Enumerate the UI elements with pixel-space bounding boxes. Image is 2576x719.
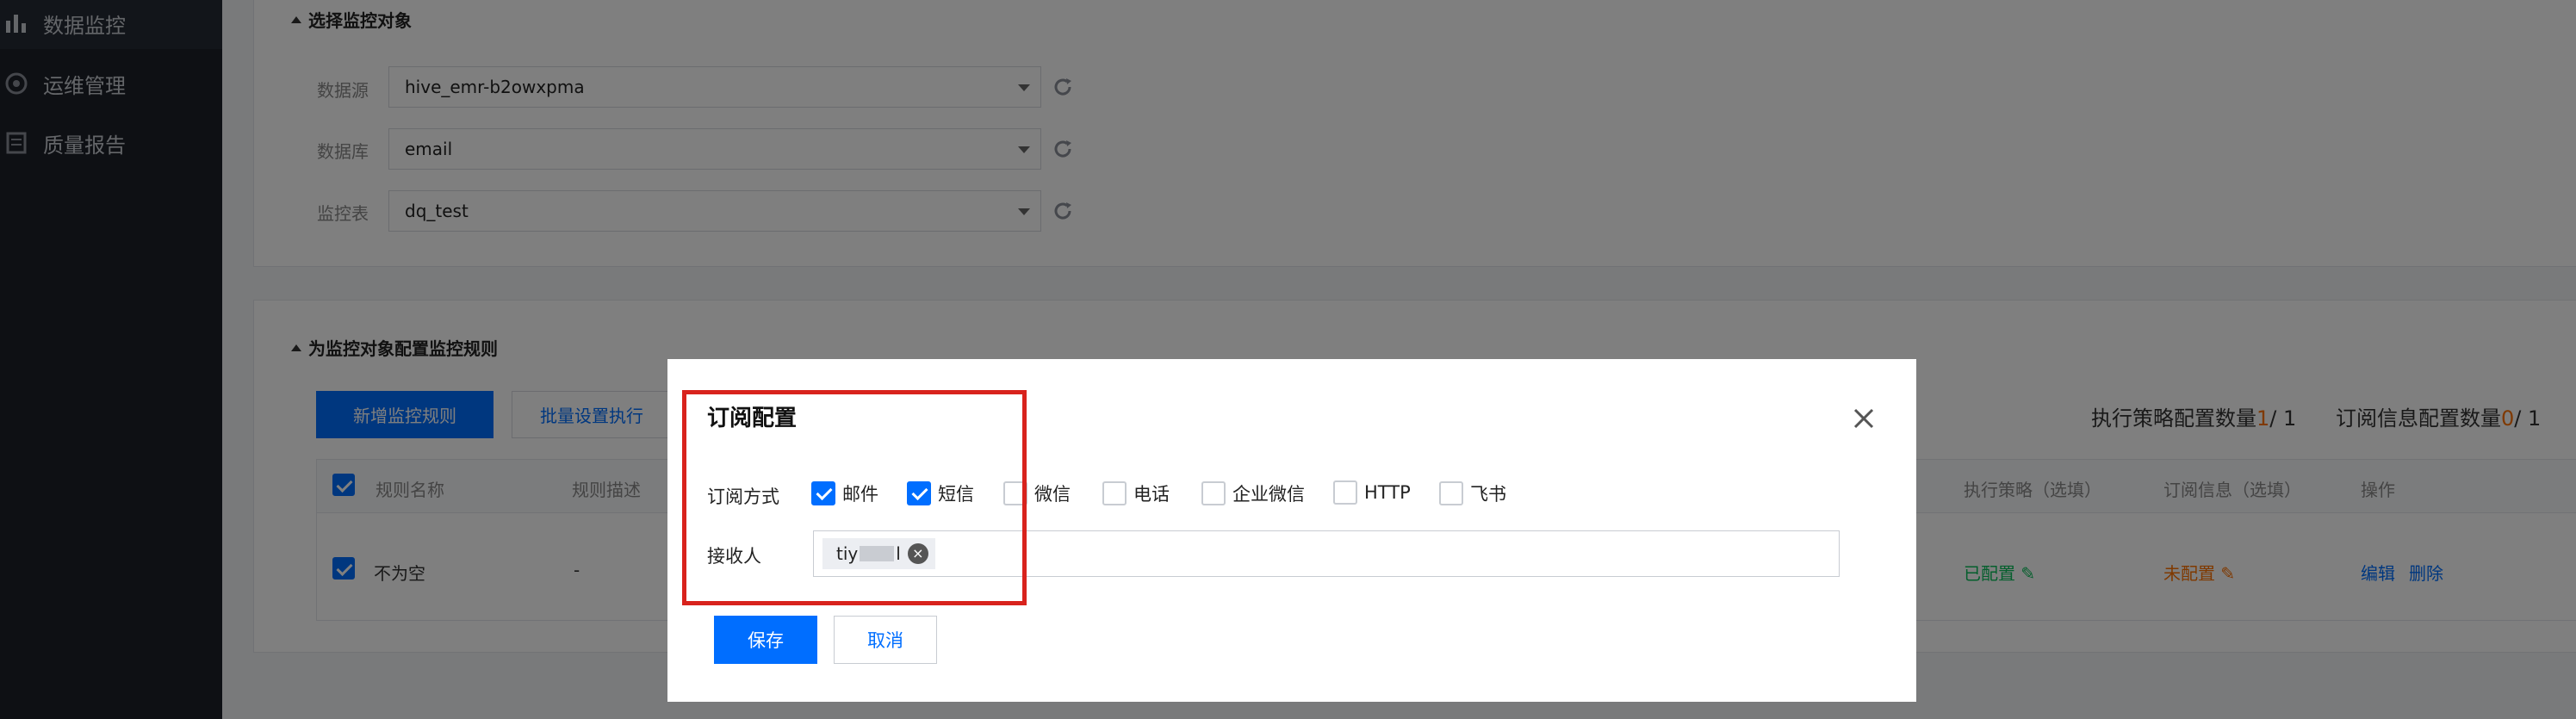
option-phone[interactable]: 电话 xyxy=(1102,480,1170,506)
option-http[interactable]: HTTP xyxy=(1333,480,1411,505)
checkbox-wecom[interactable] xyxy=(1201,481,1226,505)
close-icon[interactable] xyxy=(1852,406,1876,431)
option-wecom[interactable]: 企业微信 xyxy=(1201,480,1305,506)
checkbox-http[interactable] xyxy=(1333,480,1357,505)
checkbox-phone[interactable] xyxy=(1102,481,1127,505)
cancel-button[interactable]: 取消 xyxy=(834,616,937,664)
highlight-box xyxy=(682,390,1027,605)
checkbox-feishu[interactable] xyxy=(1439,481,1463,505)
option-feishu[interactable]: 飞书 xyxy=(1439,480,1506,506)
save-button[interactable]: 保存 xyxy=(714,616,817,664)
